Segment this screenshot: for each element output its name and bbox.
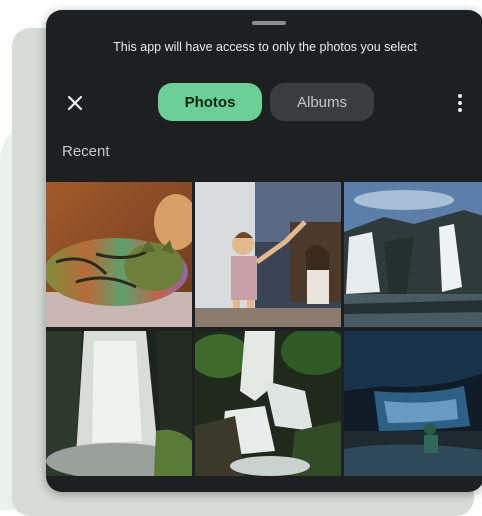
close-icon [67,95,83,111]
photo-thumbnail-waterfall-3[interactable] [195,331,341,476]
section-recent-label: Recent [62,143,110,160]
tab-photos[interactable]: Photos [158,83,262,121]
tab-bar: Photos Albums [158,83,374,121]
close-button[interactable] [60,88,90,118]
photo-thumbnail-cat[interactable] [46,182,192,327]
more-options-button[interactable] [448,88,472,118]
photo-thumbnail-waterfall-2[interactable] [46,331,192,476]
more-vert-icon [458,94,462,98]
photo-thumbnail-waterfall-4[interactable] [344,331,482,476]
access-banner: This app will have access to only the ph… [113,40,417,54]
photo-thumbnail-children[interactable] [195,182,341,327]
tab-albums[interactable]: Albums [270,83,374,121]
photo-grid [46,182,482,476]
drag-handle[interactable] [252,21,286,25]
photo-thumbnail-waterfall-1[interactable] [344,182,482,327]
photo-picker-sheet: This app will have access to only the ph… [46,10,482,492]
